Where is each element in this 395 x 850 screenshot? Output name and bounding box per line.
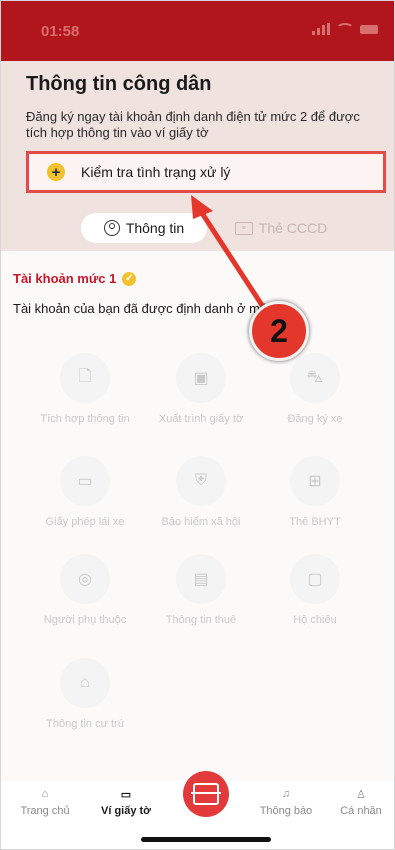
phone-screen: 01:58 Thông tin công dân Đăng ký ngay tà… [0, 0, 395, 850]
annotation-arrow-icon [191, 195, 274, 322]
annotation-step-number: 2 [249, 301, 309, 361]
